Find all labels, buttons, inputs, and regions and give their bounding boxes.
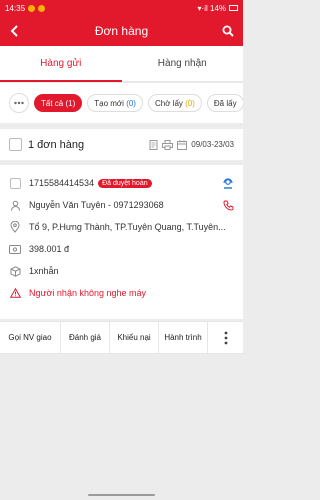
gesture-nav-handle[interactable] — [88, 494, 155, 496]
complaint-button[interactable]: Khiếu nại — [110, 322, 159, 353]
address-text: Tổ 9, P.Hưng Thành, TP.Tuyên Quang, T.Tu… — [29, 222, 226, 232]
tab-sent[interactable]: Hàng gửi — [0, 46, 122, 82]
order-card[interactable]: 1715584414534 Đã duyệt hoàn Nguyễn Văn T… — [0, 165, 243, 319]
search-button[interactable] — [213, 16, 243, 46]
package-row: 1xnhẫn — [0, 260, 243, 282]
user-icon — [10, 200, 20, 211]
support-agent-icon[interactable] — [222, 177, 234, 189]
filter-chip-count: (0) — [185, 98, 195, 108]
select-all-checkbox[interactable] — [9, 138, 22, 151]
order-actions: Gọi NV giao Đánh giá Khiếu nại Hành trìn… — [0, 321, 243, 354]
recipient-info: Nguyễn Văn Tuyên - 0971293068 — [29, 200, 164, 210]
phone-icon[interactable] — [223, 200, 234, 211]
status-bar: 14:35 ▾·il 14% — [0, 0, 243, 16]
printer-icon[interactable] — [162, 139, 174, 150]
app-header: Đơn hàng — [0, 16, 243, 46]
location-pin-icon — [10, 221, 20, 233]
more-actions-button[interactable] — [208, 322, 243, 353]
page-title: Đơn hàng — [94, 24, 149, 38]
filter-chip-label: Tất cả — [41, 98, 64, 108]
notification-icon — [28, 4, 36, 12]
address-row: Tổ 9, P.Hưng Thành, TP.Tuyên Quang, T.Tu… — [0, 216, 243, 238]
filter-chip-picked-up[interactable]: Đã lấy — [206, 94, 243, 112]
package-icon — [10, 265, 20, 277]
order-code-row: 1715584414534 Đã duyệt hoàn — [0, 172, 243, 194]
order-count: 1 đơn hàng — [28, 138, 85, 151]
filter-chip-count: (0) — [126, 98, 136, 108]
tracking-button[interactable]: Hành trình — [159, 322, 208, 353]
warning-row: Người nhận không nghe máy — [0, 282, 243, 304]
filter-chip-label: Đã lấy — [213, 98, 237, 108]
search-icon — [222, 25, 234, 37]
delivery-warning: Người nhận không nghe máy — [29, 288, 146, 298]
status-right-text: ▾·il 14% — [197, 3, 226, 13]
filter-chip-new[interactable]: Tạo mới (0) — [87, 94, 143, 112]
more-vertical-icon — [224, 331, 227, 344]
more-horizontal-icon — [14, 101, 24, 105]
warning-icon — [9, 288, 21, 298]
rate-button[interactable]: Đánh giá — [61, 322, 110, 353]
package-contents: 1xnhẫn — [29, 266, 59, 276]
filter-chip-all[interactable]: Tất cả (1) — [34, 94, 83, 112]
document-icon[interactable] — [149, 139, 158, 150]
calendar-icon[interactable] — [177, 139, 188, 150]
filter-chip-label: Tạo mới — [94, 98, 124, 108]
status-filters: Tất cả (1) Tạo mới (0) Chờ lấy (0) Đã lấ… — [0, 83, 243, 123]
cod-amount: 398.001 đ — [29, 244, 70, 254]
filter-chip-waiting-pickup[interactable]: Chờ lấy (0) — [147, 94, 202, 112]
tab-received[interactable]: Hàng nhận — [122, 46, 244, 81]
chevron-left-icon — [10, 25, 18, 37]
call-courier-button[interactable]: Gọi NV giao — [0, 322, 61, 353]
status-badge: Đã duyệt hoàn — [98, 178, 152, 188]
date-range[interactable]: 09/03-23/03 — [191, 140, 234, 149]
notification-icon — [38, 4, 46, 12]
money-icon — [9, 244, 21, 254]
battery-icon — [229, 5, 238, 11]
amount-row: 398.001 đ — [0, 238, 243, 260]
filter-chip-label: Chờ lấy — [154, 98, 183, 108]
order-checkbox[interactable] — [9, 177, 21, 189]
order-summary-bar: 1 đơn hàng 09/03-23/03 — [0, 129, 243, 161]
status-time: 14:35 — [5, 3, 26, 13]
order-tabs: Hàng gửi Hàng nhận — [0, 46, 243, 82]
order-code: 1715584414534 — [29, 178, 95, 188]
filter-chip-count: (1) — [65, 98, 76, 108]
recipient-row: Nguyễn Văn Tuyên - 0971293068 — [0, 194, 243, 216]
back-button[interactable] — [0, 16, 30, 46]
more-filters-button[interactable] — [9, 93, 29, 113]
